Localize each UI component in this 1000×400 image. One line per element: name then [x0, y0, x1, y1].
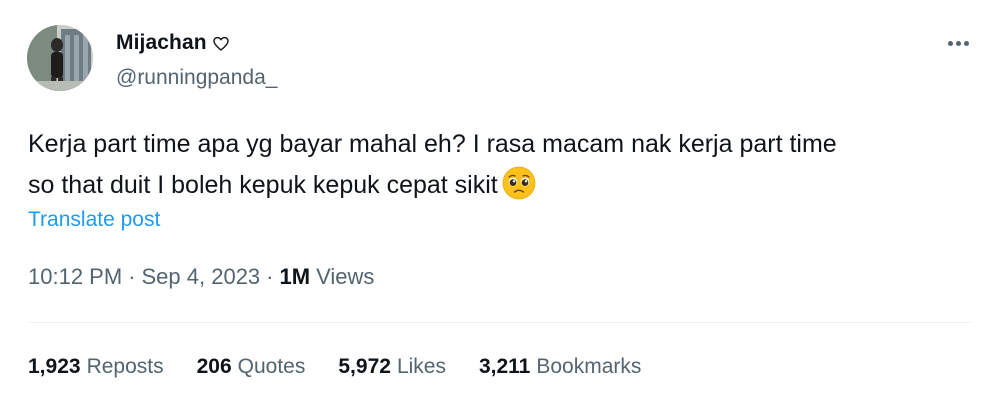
- views-count: 1M: [279, 264, 311, 289]
- avatar[interactable]: [27, 25, 93, 91]
- meta-separator: ·: [266, 264, 274, 289]
- post-text-line: Kerja part time apa yg bayar mahal eh? I…: [28, 130, 837, 158]
- quotes-stat[interactable]: 206 Quotes: [197, 355, 306, 379]
- pleading-face-emoji: [502, 166, 536, 200]
- reposts-label: Reposts: [86, 355, 164, 378]
- name-row: Mijachan: [116, 30, 277, 56]
- bookmarks-count: 3,211: [478, 355, 531, 378]
- translate-post-link[interactable]: Translate post: [28, 208, 160, 232]
- post-text-line-with-emoji: so that duit I boleh kepuk kepuk cepat s…: [28, 165, 978, 206]
- user-handle[interactable]: @runningpanda_: [116, 66, 277, 90]
- views-label: Views: [316, 264, 375, 289]
- avatar-photo: [27, 25, 93, 91]
- heart-outline-icon: [212, 36, 229, 52]
- quotes-label: Quotes: [237, 355, 306, 378]
- bookmarks-stat[interactable]: 3,211 Bookmarks: [479, 355, 641, 379]
- more-dot: [963, 40, 969, 46]
- user-info: Mijachan @runningpanda_: [116, 30, 277, 90]
- post-time[interactable]: 10:12 PM: [28, 264, 122, 290]
- more-dot: [955, 40, 961, 46]
- reposts-stat[interactable]: 1,923 Reposts: [28, 355, 164, 379]
- engagement-stats: 1,923 Reposts 206 Quotes 5,972 Likes 3,2…: [28, 355, 641, 379]
- post-text-line: so that duit I boleh kepuk kepuk cepat s…: [28, 171, 498, 199]
- display-name[interactable]: Mijachan: [116, 31, 207, 55]
- meta-separator: ·: [128, 264, 136, 289]
- post-text: Kerja part time apa yg bayar mahal eh? I…: [28, 124, 978, 206]
- quotes-count: 206: [196, 355, 232, 378]
- likes-count: 5,972: [338, 355, 391, 378]
- more-options-button[interactable]: [938, 30, 978, 56]
- bookmarks-label: Bookmarks: [536, 355, 642, 378]
- likes-label: Likes: [396, 355, 446, 378]
- divider: [28, 322, 972, 323]
- post-meta: 10:12 PM · Sep 4, 2023 · 1M Views: [28, 264, 374, 290]
- more-horizontal-icon: [947, 40, 953, 46]
- reposts-count: 1,923: [28, 355, 81, 378]
- tweet-card: Mijachan @runningpanda_ Kerja part time …: [0, 0, 1000, 400]
- post-date[interactable]: Sep 4, 2023: [142, 264, 261, 290]
- likes-stat[interactable]: 5,972 Likes: [338, 355, 446, 379]
